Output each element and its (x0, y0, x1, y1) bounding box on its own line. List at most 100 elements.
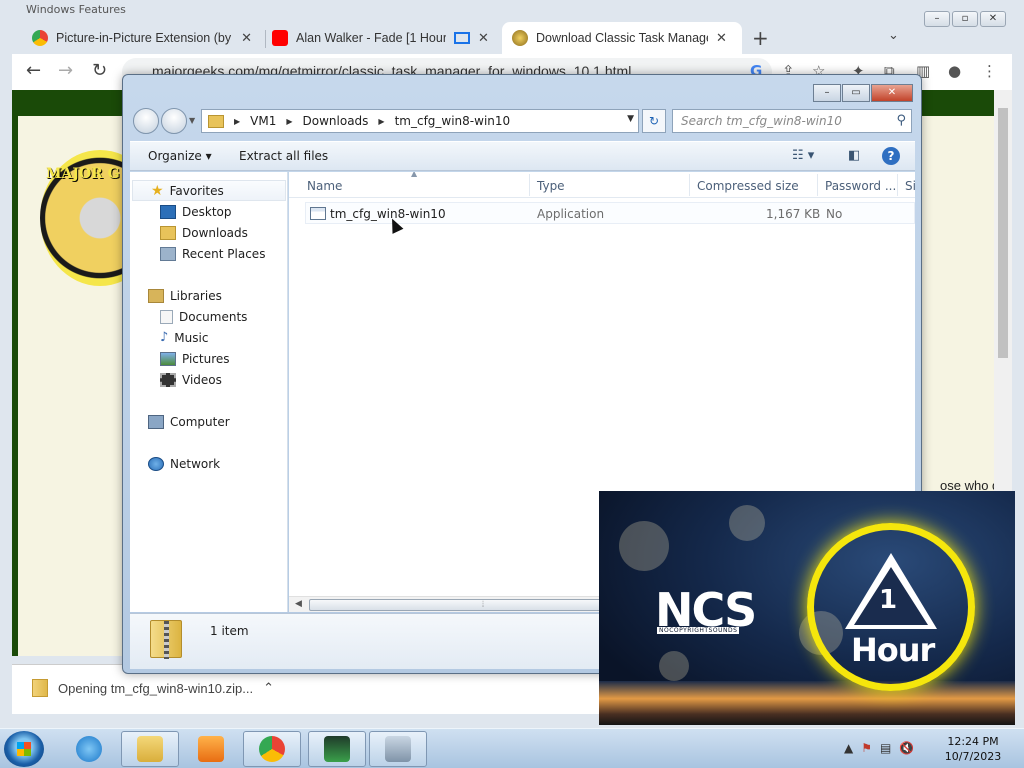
column-size[interactable]: Si (905, 179, 915, 193)
grip-icon: ⦙ (482, 600, 485, 610)
column-password[interactable]: Password ... (825, 179, 896, 193)
refresh-button[interactable]: ↻ (642, 109, 666, 133)
nav-label: Downloads (182, 225, 248, 240)
explorer-minimize-button[interactable]: – (813, 84, 841, 102)
column-divider[interactable] (897, 174, 898, 196)
tab-close-icon[interactable]: ✕ (478, 31, 489, 46)
search-placeholder: Search tm_cfg_win8-win10 (681, 114, 842, 128)
nav-documents[interactable]: Documents (130, 306, 247, 327)
column-name[interactable]: Name (307, 179, 342, 193)
task-manager-icon (324, 736, 350, 762)
preview-pane-icon[interactable]: ◧ (848, 148, 860, 163)
nav-videos[interactable]: Videos (130, 369, 222, 390)
menu-kebab-icon[interactable]: ⋮ (982, 62, 997, 80)
tab-close-icon[interactable]: ✕ (241, 31, 252, 46)
reload-icon[interactable]: ↻ (92, 60, 107, 81)
scrollbar-thumb[interactable]: ⦙ (309, 599, 609, 611)
nav-downloads[interactable]: Downloads (130, 222, 248, 243)
extract-all-button[interactable]: Extract all files (239, 149, 328, 163)
back-icon[interactable]: ← (26, 60, 41, 81)
back-button[interactable] (133, 108, 159, 134)
nav-music[interactable]: ♪ Music (130, 327, 208, 348)
clock-time: 12:24 PM (947, 735, 999, 748)
new-tab-icon[interactable]: + (752, 26, 769, 50)
breadcrumb-separator-icon[interactable]: ▶ (286, 117, 292, 126)
taskbar-media-player[interactable] (182, 731, 240, 767)
volume-muted-icon[interactable]: 🔇 (899, 741, 914, 755)
search-icon[interactable]: ⚲ (896, 113, 906, 128)
breadcrumb-separator-icon[interactable]: ▶ (234, 117, 240, 126)
file-password: No (826, 207, 843, 221)
breadcrumb-current[interactable]: tm_cfg_win8-win10 (395, 114, 511, 128)
scrollbar-thumb[interactable] (998, 108, 1008, 358)
hour-number: 1 (879, 585, 898, 615)
nav-label: Computer (170, 414, 230, 429)
taskbar-task-manager[interactable] (308, 731, 366, 767)
tab-youtube[interactable]: Alan Walker - Fade [1 Hour V ✕ (262, 22, 502, 54)
taskbar: ▲ ⚑ ▤ 🔇 12:24 PM 10/7/2023 (0, 728, 1024, 768)
nav-libraries[interactable]: Libraries (130, 285, 222, 306)
forward-icon[interactable]: → (58, 60, 73, 81)
column-compressed-size[interactable]: Compressed size (697, 179, 799, 193)
network-status-icon[interactable]: ▤ (880, 741, 891, 755)
explorer-address-bar[interactable]: ▶ VM1 ▶ Downloads ▶ tm_cfg_win8-win10 ▼ (201, 109, 639, 133)
installer-icon (385, 736, 411, 762)
recent-places-icon (160, 246, 176, 261)
chrome-store-icon (32, 30, 48, 46)
breadcrumb-separator-icon[interactable]: ▶ (378, 117, 384, 126)
explorer-maximize-button[interactable]: ▭ (842, 84, 870, 102)
breadcrumb-vm1[interactable]: VM1 (250, 114, 276, 128)
forward-button[interactable] (161, 108, 187, 134)
show-hidden-icons-icon[interactable]: ▲ (844, 741, 853, 755)
logo-text: MAJOR G (46, 166, 120, 182)
breadcrumb: ▶ VM1 ▶ Downloads ▶ tm_cfg_win8-win10 (234, 114, 510, 128)
desktop-icon (160, 204, 176, 219)
explorer-close-button[interactable]: ✕ (871, 84, 913, 102)
tab-pip-extension[interactable]: Picture-in-Picture Extension (by G ✕ (22, 22, 262, 54)
taskbar-installer[interactable] (369, 731, 427, 767)
column-divider[interactable] (817, 174, 818, 196)
nav-recent-places[interactable]: Recent Places (130, 243, 265, 264)
picture-in-picture-video[interactable]: NCS NOCOPYRIGHTSOUNDS 1 Hour (599, 491, 1015, 725)
column-divider[interactable] (529, 174, 530, 196)
taskbar-internet-explorer[interactable] (60, 731, 118, 767)
start-button[interactable] (4, 731, 44, 767)
tab-search-chevron-icon[interactable]: ⌄ (888, 28, 899, 43)
nav-favorites[interactable]: ★ Favorites (132, 180, 286, 201)
system-clock[interactable]: 12:24 PM 10/7/2023 (936, 734, 1010, 764)
download-item[interactable]: Opening tm_cfg_win8-win10.zip... ⌃ (32, 679, 274, 697)
organize-button[interactable]: Organize ▾ (148, 149, 212, 163)
tab-majorgeeks[interactable]: Download Classic Task Manager f ✕ (502, 22, 742, 54)
address-dropdown-icon[interactable]: ▼ (627, 114, 634, 124)
tab-close-icon[interactable]: ✕ (716, 31, 727, 46)
nav-pictures[interactable]: Pictures (130, 348, 230, 369)
scroll-left-icon[interactable]: ◀ (295, 599, 302, 609)
search-input[interactable]: Search tm_cfg_win8-win10 ⚲ (672, 109, 912, 133)
youtube-icon (272, 30, 288, 46)
nav-desktop[interactable]: Desktop (130, 201, 232, 222)
nav-label: Documents (179, 309, 248, 324)
pip-icon[interactable] (454, 32, 470, 44)
majorgeeks-icon (512, 30, 528, 46)
breadcrumb-downloads[interactable]: Downloads (303, 114, 369, 128)
zip-file-icon (32, 679, 48, 697)
nav-computer[interactable]: Computer (130, 411, 230, 432)
tab-title: Picture-in-Picture Extension (by G (56, 31, 234, 45)
view-options-icon[interactable]: ☷ ▾ (792, 148, 814, 163)
action-center-flag-icon[interactable]: ⚑ (861, 741, 872, 755)
column-divider[interactable] (689, 174, 690, 196)
profile-avatar-icon[interactable]: ● (948, 62, 961, 80)
sort-up-icon: ▲ (411, 172, 418, 178)
recent-pages-chevron-icon[interactable]: ▼ (189, 116, 195, 125)
clock-date: 10/7/2023 (944, 750, 1002, 763)
taskbar-file-explorer[interactable] (121, 731, 179, 767)
nav-label: Network (170, 456, 221, 471)
help-icon[interactable]: ? (882, 147, 900, 165)
nav-network[interactable]: Network (130, 453, 220, 474)
star-icon: ★ (151, 182, 164, 199)
chevron-up-icon[interactable]: ⌃ (263, 680, 274, 696)
taskbar-chrome[interactable] (243, 731, 301, 767)
windows-logo-icon (17, 742, 31, 756)
column-type[interactable]: Type (537, 179, 565, 193)
music-note-icon: ♪ (160, 330, 169, 345)
